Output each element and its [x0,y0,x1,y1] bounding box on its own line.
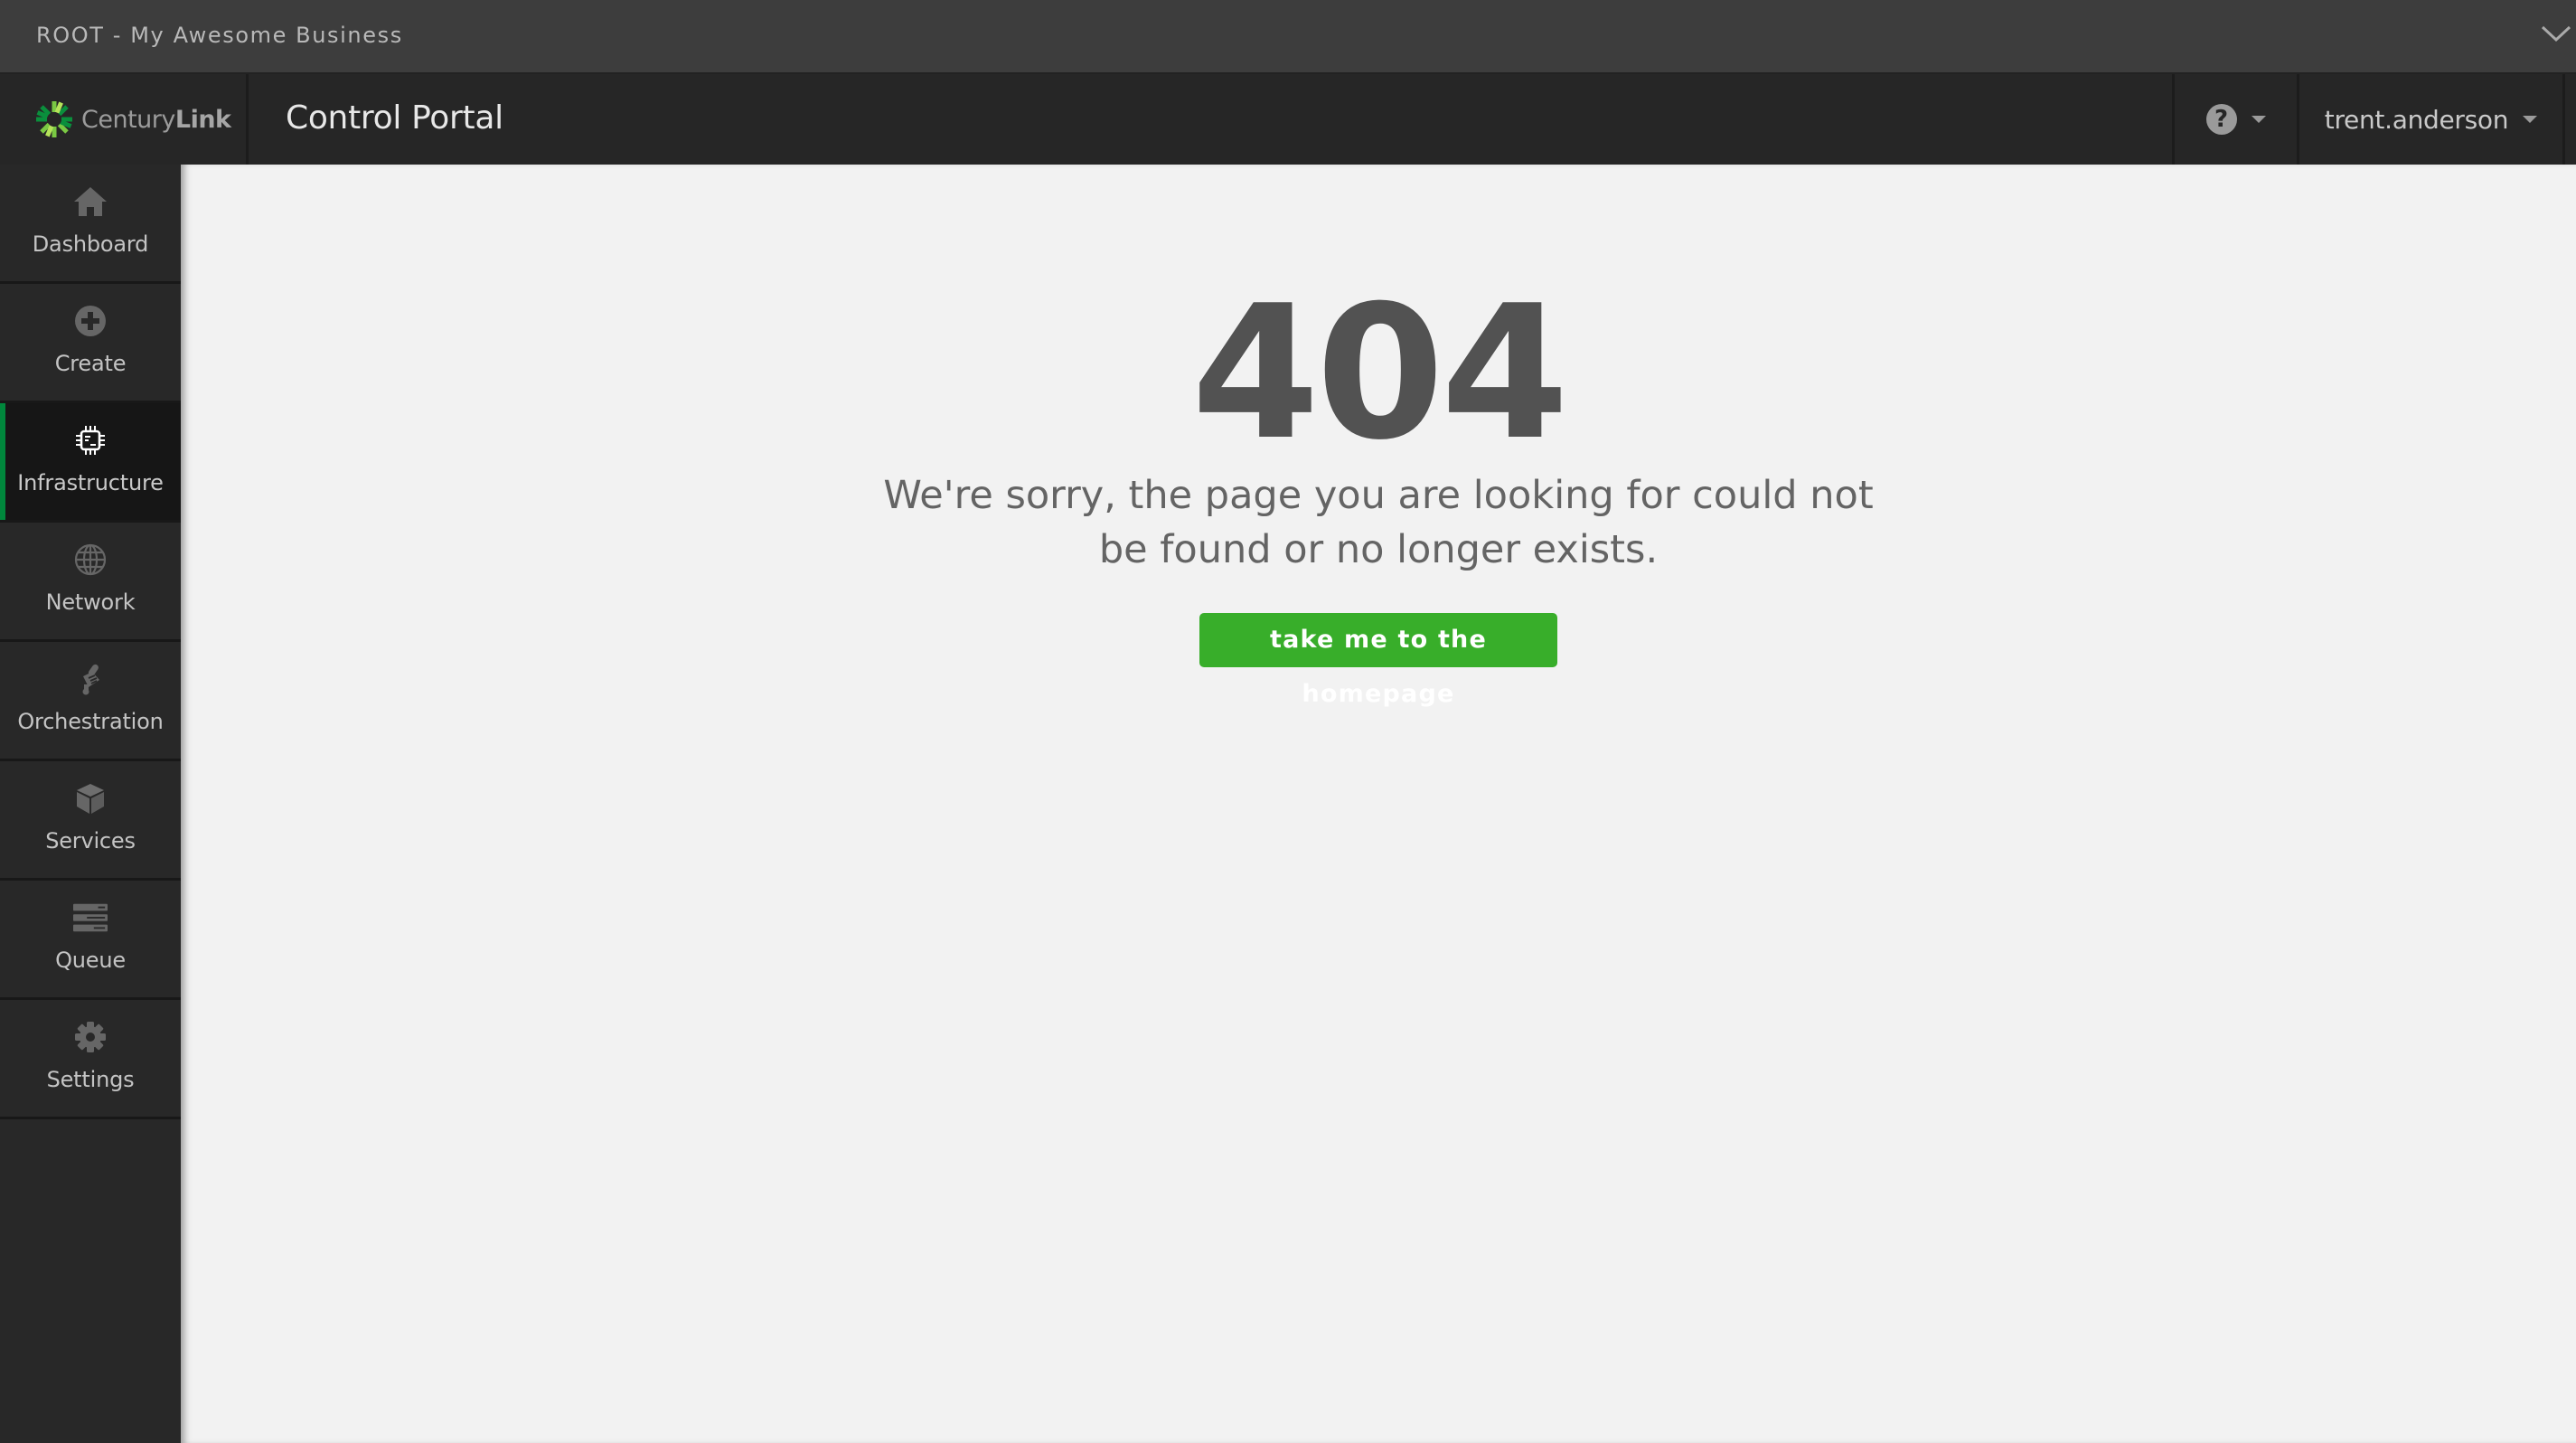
error-message-wrap: We're sorry, the page you are looking fo… [181,468,2576,577]
sidebar-item-settings[interactable]: Settings [0,1000,181,1119]
gear-icon [72,1020,108,1054]
starburst-logo-icon [36,101,72,137]
sidebar-nav: Dashboard Create Infrastructure Network … [0,165,181,1443]
globe-icon [72,542,108,577]
sidebar-item-label: Dashboard [32,231,149,257]
help-menu-button[interactable]: ? [2172,74,2297,165]
chip-icon [72,423,108,457]
sidebar-item-label: Infrastructure [17,470,164,495]
sidebar-item-services[interactable]: Services [0,761,181,881]
error-code: 404 [1191,267,1569,481]
caret-down-icon [2251,116,2266,123]
home-icon [72,184,108,219]
homepage-button[interactable]: take me to the homepage [1199,613,1557,708]
caret-down-icon [2523,116,2538,123]
brand-name: CenturyLink [81,106,231,134]
sidebar-item-dashboard[interactable]: Dashboard [0,165,181,284]
sidebar-item-queue[interactable]: Queue [0,881,181,1000]
brand-bold: Link [174,105,231,134]
error-message: We're sorry, the page you are looking fo… [883,473,1874,572]
sidebar-item-network[interactable]: Network [0,523,181,642]
brand-regular: Century [81,105,175,134]
question-circle-icon: ? [2205,104,2237,135]
sidebar-item-create[interactable]: Create [0,284,181,403]
button-row: take me to the homepage [181,613,2576,708]
server-stack-icon [72,901,108,935]
main-content: 404 We're sorry, the page you are lookin… [181,165,2576,1443]
sidebar-item-infrastructure[interactable]: Infrastructure [0,403,181,523]
sidebar-item-label: Queue [55,948,126,973]
sidebar-item-label: Create [54,351,127,376]
cube-icon [72,781,108,816]
sidebar-item-label: Orchestration [17,709,164,734]
plus-circle-icon [72,304,108,338]
sidebar-item-label: Settings [46,1067,135,1092]
app-header: CenturyLink Control Portal ? trent.ander… [0,72,2576,165]
account-bar: ROOT - My Awesome Business [0,0,2576,72]
app-title: Control Portal [286,99,503,137]
sidebar-item-orchestration[interactable]: Orchestration [0,642,181,761]
user-menu-button[interactable]: trent.anderson [2297,74,2565,165]
sidebar-item-label: Services [45,828,136,854]
account-name[interactable]: ROOT - My Awesome Business [36,20,403,51]
username: trent.anderson [2324,104,2509,135]
scroll-icon [72,662,108,696]
sidebar-item-label: Network [45,589,136,615]
chevron-down-icon[interactable] [2540,24,2572,43]
centurylink-logo[interactable]: CenturyLink [0,74,249,165]
